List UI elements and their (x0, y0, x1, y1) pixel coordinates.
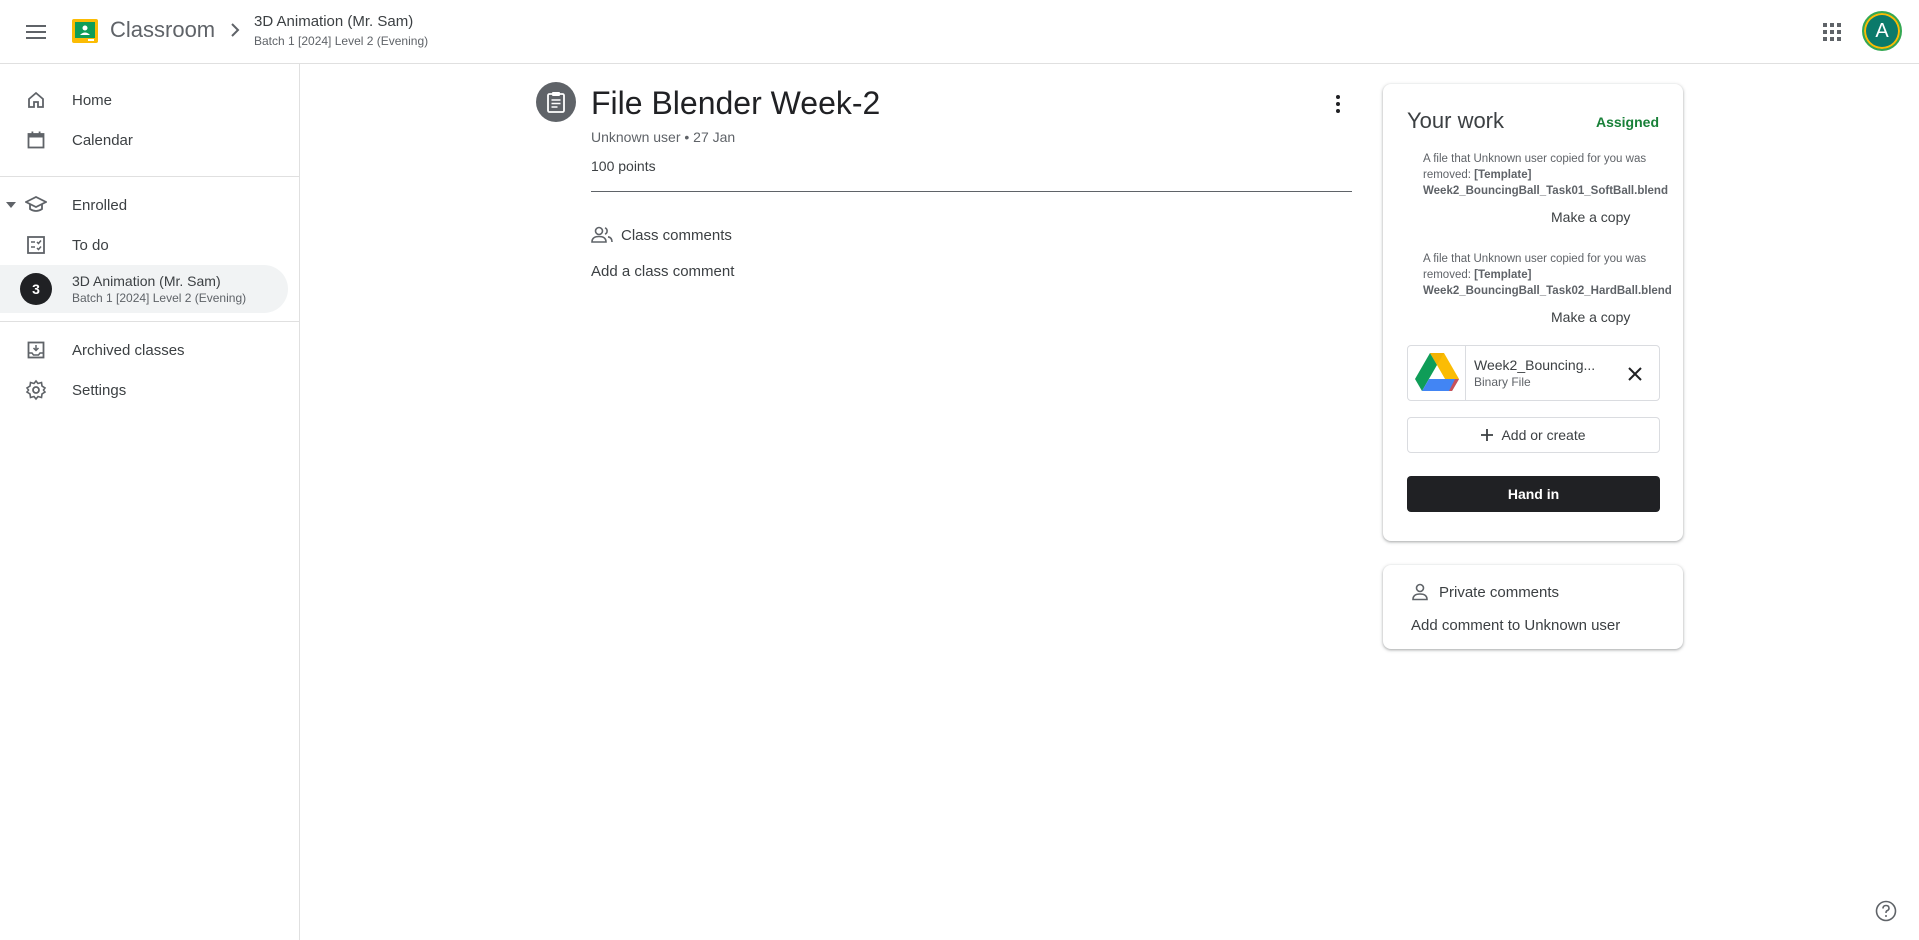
google-apps-button[interactable] (1812, 12, 1852, 52)
assignment-title: File Blender Week-2 (591, 85, 881, 121)
app-name[interactable]: Classroom (110, 15, 215, 45)
file-thumbnail (1408, 346, 1466, 400)
private-comments-card: Private comments Add comment to Unknown … (1383, 565, 1683, 649)
attachment-info: Week2_Bouncing... Binary File (1474, 356, 1595, 390)
breadcrumb-class[interactable]: 3D Animation (Mr. Sam) Batch 1 [2024] Le… (254, 12, 428, 50)
private-comments-label: Private comments (1439, 583, 1560, 601)
breadcrumb-class-section: Batch 1 [2024] Level 2 (Evening) (254, 34, 429, 48)
calendar-icon (24, 128, 48, 152)
people-icon (591, 226, 613, 243)
removed-file-prefix: A file that Unknown user copied for you … (1423, 153, 1647, 181)
plus-icon (1481, 429, 1494, 441)
assignment-divider (591, 191, 1352, 192)
attachment-type: Binary File (1474, 375, 1531, 389)
sidebar-item-label: Settings (72, 381, 127, 399)
sidebar-class-title: 3D Animation (Mr. Sam) (72, 273, 221, 289)
archive-icon (24, 338, 48, 362)
todo-checklist-icon (24, 233, 48, 257)
chevron-right-icon (231, 23, 240, 37)
breadcrumb-class-title: 3D Animation (Mr. Sam) (254, 13, 414, 30)
sidebar-divider (0, 176, 300, 177)
make-copy-button[interactable]: Make a copy (1551, 209, 1630, 225)
add-private-comment-link[interactable]: Add comment to Unknown user (1411, 617, 1620, 634)
caret-down-icon (6, 202, 16, 208)
assignment-points: 100 points (591, 158, 656, 174)
more-options-button[interactable] (1320, 86, 1356, 122)
more-vert-icon (1336, 95, 1340, 113)
sidebar-item-class-3d-animation[interactable]: 3 3D Animation (Mr. Sam) Batch 1 [2024] … (0, 265, 288, 313)
sidebar-item-label: Home (72, 91, 113, 109)
hand-in-button[interactable]: Hand in (1407, 476, 1660, 512)
status-badge: Assigned (1595, 114, 1659, 130)
your-work-card: Your work Assigned A file that Unknown u… (1383, 84, 1683, 541)
classroom-logo-icon[interactable] (72, 19, 98, 43)
sidebar-item-calendar[interactable]: Calendar (0, 116, 288, 164)
gear-icon (24, 378, 48, 402)
remove-attachment-button[interactable] (1621, 360, 1649, 388)
assignment-meta: Unknown user • 27 Jan (591, 129, 736, 145)
make-copy-button[interactable]: Make a copy (1551, 309, 1630, 325)
help-icon (1875, 900, 1897, 922)
school-icon (24, 193, 48, 217)
removed-file-notice: A file that Unknown user copied for you … (1423, 151, 1683, 199)
top-bar: Classroom 3D Animation (Mr. Sam) Batch 1… (0, 0, 1919, 64)
class-comments-label: Class comments (621, 226, 732, 244)
account-avatar[interactable]: A (1862, 11, 1902, 51)
sidebar-item-todo[interactable]: To do (0, 221, 288, 269)
help-button[interactable] (1874, 899, 1898, 923)
private-comments-header: Private comments (1411, 583, 1559, 601)
sidebar-item-label: Archived classes (72, 341, 185, 359)
add-or-create-button[interactable]: Add or create (1407, 417, 1660, 453)
apps-grid-icon (1823, 23, 1841, 41)
sidebar-item-label: Enrolled (72, 196, 128, 214)
attachment-name: Week2_Bouncing... (1474, 357, 1596, 373)
removed-file-notice: A file that Unknown user copied for you … (1423, 251, 1683, 299)
class-avatar-badge: 3 (20, 273, 52, 305)
sidebar-item-settings[interactable]: Settings (0, 366, 288, 414)
assignment-icon (536, 82, 576, 122)
attachment-chip[interactable]: Week2_Bouncing... Binary File (1407, 345, 1660, 401)
main-menu-button[interactable] (16, 12, 56, 52)
add-class-comment-link[interactable]: Add a class comment (591, 263, 734, 280)
your-work-title: Your work (1407, 108, 1505, 133)
close-icon (1628, 367, 1642, 381)
google-drive-icon (1414, 353, 1459, 391)
sidebar-item-label: To do (72, 236, 109, 254)
menu-icon (26, 25, 46, 39)
sidebar-class-section: Batch 1 [2024] Level 2 (Evening) (72, 291, 247, 305)
home-icon (24, 88, 48, 112)
person-icon (1412, 583, 1428, 601)
sidebar-item-label: Calendar (72, 131, 133, 149)
sidebar: Home Calendar Enrolled To do 3 3D Animat… (0, 64, 300, 940)
class-comments-header: Class comments (591, 226, 732, 244)
sidebar-class-text: 3D Animation (Mr. Sam) Batch 1 [2024] Le… (72, 272, 246, 306)
sidebar-divider (0, 321, 300, 322)
add-or-create-label: Add or create (1501, 427, 1586, 443)
removed-file-prefix: A file that Unknown user copied for you … (1423, 253, 1647, 281)
